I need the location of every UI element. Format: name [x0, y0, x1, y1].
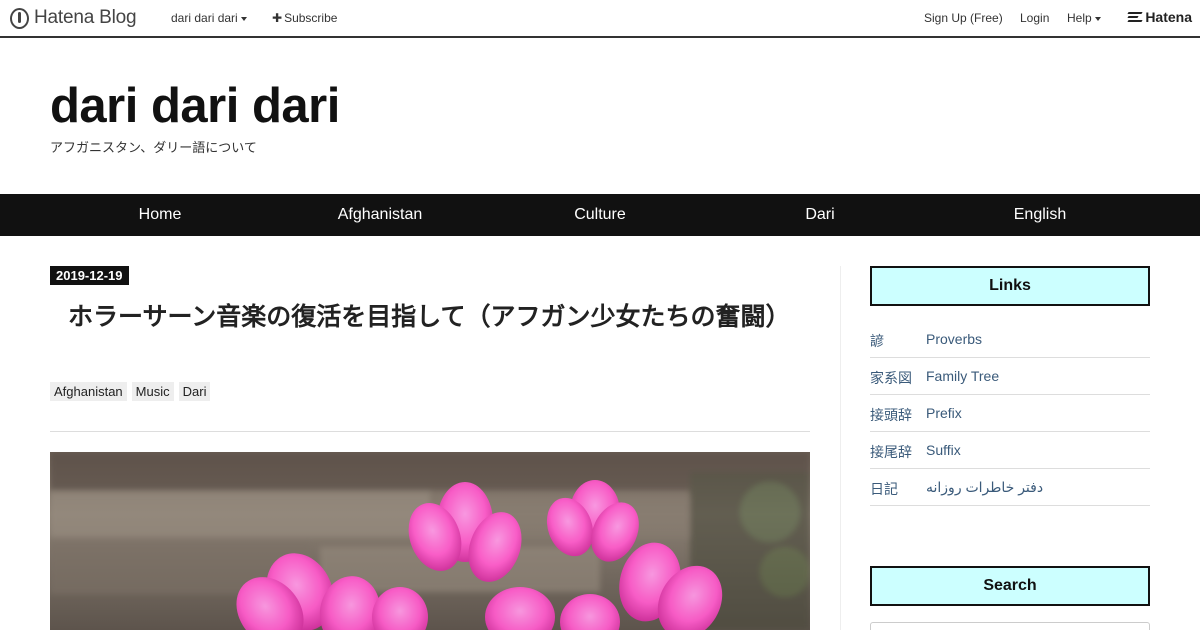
link-label-jp: 日記	[870, 481, 898, 497]
blog-description: アフガニスタン、ダリー語について	[50, 140, 257, 155]
link-label-jp: 家系図	[870, 370, 912, 386]
category-tag[interactable]: Afghanistan	[50, 382, 127, 401]
link-label-jp: 接頭辞	[870, 407, 912, 423]
category-tag[interactable]: Music	[131, 382, 174, 401]
search-input[interactable]	[870, 622, 1150, 630]
signup-link[interactable]: Sign Up (Free)	[924, 11, 1003, 25]
entry-date[interactable]: 2019-12-19	[50, 266, 129, 285]
global-nav: Home Afghanistan Culture Dari English	[0, 194, 1200, 236]
plus-icon: ✚	[272, 11, 283, 25]
brand-text: Hatena Blog	[34, 7, 137, 28]
entry-title[interactable]: ホラーサーン音楽の復活を目指して（アフガン少女たちの奮闘）	[68, 300, 808, 334]
blog-menu-label: dari dari dari	[171, 11, 238, 25]
link-label-jp: 接尾辞	[870, 444, 912, 460]
hatena-blog-logo[interactable]: Hatena Blog	[10, 7, 137, 29]
subscribe-button[interactable]: ✚ Subscribe	[272, 11, 337, 25]
sidebar-link-suffix[interactable]: 接尾辞 Suffix	[870, 432, 1150, 469]
links-module-heading: Links	[870, 266, 1150, 306]
sidebar-link-prefix[interactable]: 接頭辞 Prefix	[870, 395, 1150, 432]
top-bar: Hatena Blog dari dari dari ✚ Subscribe Si…	[0, 0, 1200, 38]
hatena-logo-text: Hatena	[1145, 9, 1192, 25]
entry-categories: Afghanistan Music Dari	[50, 382, 211, 401]
category-tag[interactable]: Dari	[178, 382, 211, 401]
search-module-heading: Search	[870, 566, 1150, 606]
entry-divider	[50, 431, 810, 432]
link-label-en: Family Tree	[926, 368, 1000, 384]
nav-dari[interactable]: Dari	[710, 206, 930, 224]
nav-afghanistan[interactable]: Afghanistan	[270, 206, 490, 224]
nav-home[interactable]: Home	[50, 206, 270, 224]
help-label: Help	[1067, 11, 1092, 25]
nav-culture[interactable]: Culture	[490, 206, 710, 224]
link-label-jp: 諺	[870, 333, 884, 349]
entry-photo-cyclamen	[50, 452, 810, 630]
login-link[interactable]: Login	[1020, 11, 1049, 25]
link-label-en: Proverbs	[926, 331, 983, 347]
column-divider	[840, 266, 841, 630]
caret-down-icon	[1094, 16, 1101, 21]
blog-title[interactable]: dari dari dari	[50, 78, 340, 134]
hatena-logo[interactable]: Hatena	[1127, 9, 1192, 25]
nav-english[interactable]: English	[930, 206, 1150, 224]
link-label-en: Suffix	[926, 442, 961, 458]
link-label-en: دفتر خاطرات روزانه	[926, 479, 1044, 495]
hatena-mark-icon	[1127, 11, 1143, 23]
help-dropdown[interactable]: Help	[1067, 11, 1101, 25]
sidebar-link-proverbs[interactable]: 諺 Proverbs	[870, 321, 1150, 358]
hatena-blog-icon	[10, 7, 29, 29]
link-label-en: Prefix	[926, 405, 962, 421]
caret-down-icon	[240, 16, 247, 21]
subscribe-label: Subscribe	[284, 11, 338, 25]
sidebar-link-family-tree[interactable]: 家系図 Family Tree	[870, 358, 1150, 395]
sidebar-link-diary[interactable]: 日記 دفتر خاطرات روزانه	[870, 469, 1150, 506]
blog-menu-dropdown[interactable]: dari dari dari	[171, 11, 247, 25]
